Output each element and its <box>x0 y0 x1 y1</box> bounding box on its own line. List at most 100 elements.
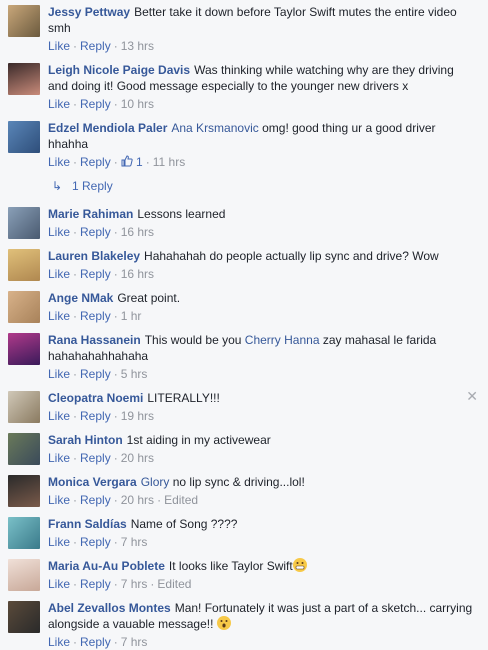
like-button[interactable]: Like <box>48 225 70 239</box>
comment-text: 1st aiding in my activewear <box>126 433 271 447</box>
avatar[interactable] <box>8 291 40 323</box>
mention-link[interactable]: Glory <box>141 475 170 489</box>
timestamp[interactable]: 20 hrs <box>121 493 154 507</box>
timestamp[interactable]: 11 hrs <box>153 155 185 169</box>
reply-button[interactable]: Reply <box>80 367 111 381</box>
like-button[interactable]: Like <box>48 97 70 111</box>
avatar[interactable] <box>8 391 40 423</box>
commenter-name[interactable]: Sarah Hinton <box>48 433 123 447</box>
like-button[interactable]: Like <box>48 367 70 381</box>
reply-button[interactable]: Reply <box>80 97 111 111</box>
commenter-name[interactable]: Monica Vergara <box>48 475 137 489</box>
avatar[interactable] <box>8 433 40 465</box>
timestamp[interactable]: 16 hrs <box>121 225 154 239</box>
mention-link[interactable]: Cherry Hanna <box>245 333 320 347</box>
avatar[interactable] <box>8 601 40 633</box>
avatar[interactable] <box>8 475 40 507</box>
commenter-name[interactable]: Abel Zevallos Montes <box>48 601 171 615</box>
comment-text-block: Frann Saldías Name of Song ???? <box>48 516 476 532</box>
timestamp[interactable]: 20 hrs <box>121 451 154 465</box>
separator: · <box>73 535 78 549</box>
commenter-name[interactable]: Frann Saldías <box>48 517 127 531</box>
avatar[interactable] <box>8 559 40 591</box>
avatar[interactable] <box>8 249 40 281</box>
commenter-name[interactable]: Maria Au-Au Poblete <box>48 559 165 573</box>
avatar[interactable] <box>8 207 40 239</box>
comment-actions: Like · Reply · 16 hrs <box>48 224 476 240</box>
comment-text-block: Ange NMak Great point. <box>48 290 476 306</box>
commenter-name[interactable]: Jessy Pettway <box>48 5 130 19</box>
commenter-name[interactable]: Cleopatra Noemi <box>48 391 143 405</box>
grimace-emoji-icon <box>292 558 307 572</box>
separator: · <box>113 309 118 323</box>
edited-label[interactable]: Edited <box>164 493 198 507</box>
avatar[interactable] <box>8 121 40 153</box>
like-button[interactable]: Like <box>48 267 70 281</box>
like-button[interactable]: Like <box>48 451 70 465</box>
reply-button[interactable]: Reply <box>80 39 111 53</box>
comment-text: LITERALLY!!! <box>147 391 220 405</box>
separator: · <box>73 635 78 649</box>
separator: · <box>73 451 78 465</box>
timestamp[interactable]: 19 hrs <box>121 409 154 423</box>
like-button[interactable]: Like <box>48 309 70 323</box>
comment-actions: Like · Reply · 20 hrs <box>48 450 476 466</box>
commenter-name[interactable]: Leigh Nicole Paige Davis <box>48 63 190 77</box>
reply-button[interactable]: Reply <box>80 535 111 549</box>
like-button[interactable]: Like <box>48 635 70 649</box>
comment-actions: Like · Reply · 5 hrs <box>48 366 476 382</box>
like-button[interactable]: Like <box>48 577 70 591</box>
timestamp[interactable]: 7 hrs <box>121 635 148 649</box>
commenter-name[interactable]: Ange NMak <box>48 291 113 305</box>
close-icon[interactable]: ✕ <box>466 388 478 405</box>
comment-actions: Like · Reply · 1 · 11 hrs <box>48 154 476 170</box>
reply-button[interactable]: Reply <box>80 635 111 649</box>
timestamp[interactable]: 16 hrs <box>121 267 154 281</box>
edited-label[interactable]: Edited <box>157 577 191 591</box>
reply-button[interactable]: Reply <box>80 309 111 323</box>
comment-actions: Like · Reply · 7 hrs <box>48 634 476 650</box>
like-count[interactable]: 1 <box>121 155 143 169</box>
reply-button[interactable]: Reply <box>80 267 111 281</box>
comment-actions: Like · Reply · 7 hrs <box>48 534 476 550</box>
comment-actions: Like · Reply · 1 hr <box>48 308 476 324</box>
separator: · <box>113 367 118 381</box>
avatar[interactable] <box>8 63 40 95</box>
commenter-name[interactable]: Edzel Mendiola Paler <box>48 121 167 135</box>
like-button[interactable]: Like <box>48 493 70 507</box>
timestamp[interactable]: 10 hrs <box>121 97 154 111</box>
commenter-name[interactable]: Rana Hassanein <box>48 333 141 347</box>
commenter-name[interactable]: Marie Rahiman <box>48 207 133 221</box>
commenter-name[interactable]: Lauren Blakeley <box>48 249 140 263</box>
separator: · <box>150 577 155 591</box>
avatar[interactable] <box>8 5 40 37</box>
reply-button[interactable]: Reply <box>80 577 111 591</box>
like-button[interactable]: Like <box>48 409 70 423</box>
reply-button[interactable]: Reply <box>80 451 111 465</box>
thumbs-up-icon <box>121 155 133 167</box>
comment-text: Name of Song ???? <box>130 517 238 531</box>
like-button[interactable]: Like <box>48 155 70 169</box>
timestamp[interactable]: 7 hrs <box>121 535 148 549</box>
reply-button[interactable]: Reply <box>80 155 111 169</box>
reply-button[interactable]: Reply <box>80 409 111 423</box>
separator: · <box>113 577 118 591</box>
reply-button[interactable]: Reply <box>80 225 111 239</box>
like-button[interactable]: Like <box>48 535 70 549</box>
separator: · <box>73 267 78 281</box>
mention-link[interactable]: Ana Krsmanovic <box>171 121 258 135</box>
timestamp[interactable]: 5 hrs <box>121 367 148 381</box>
like-count-value: 1 <box>136 155 143 169</box>
comment-actions: Like · Reply · 10 hrs <box>48 96 476 112</box>
like-button[interactable]: Like <box>48 39 70 53</box>
timestamp[interactable]: 1 hr <box>121 309 142 323</box>
avatar[interactable] <box>8 333 40 365</box>
view-replies-link[interactable]: ↳ 1 Reply <box>52 178 113 194</box>
comment-text: Lessons learned <box>137 207 226 221</box>
comment-actions: Like · Reply · 7 hrs · Edited <box>48 576 476 592</box>
timestamp[interactable]: 13 hrs <box>121 39 154 53</box>
reply-button[interactable]: Reply <box>80 493 111 507</box>
comment-actions: Like · Reply · 20 hrs · Edited <box>48 492 476 508</box>
timestamp[interactable]: 7 hrs <box>121 577 148 591</box>
avatar[interactable] <box>8 517 40 549</box>
